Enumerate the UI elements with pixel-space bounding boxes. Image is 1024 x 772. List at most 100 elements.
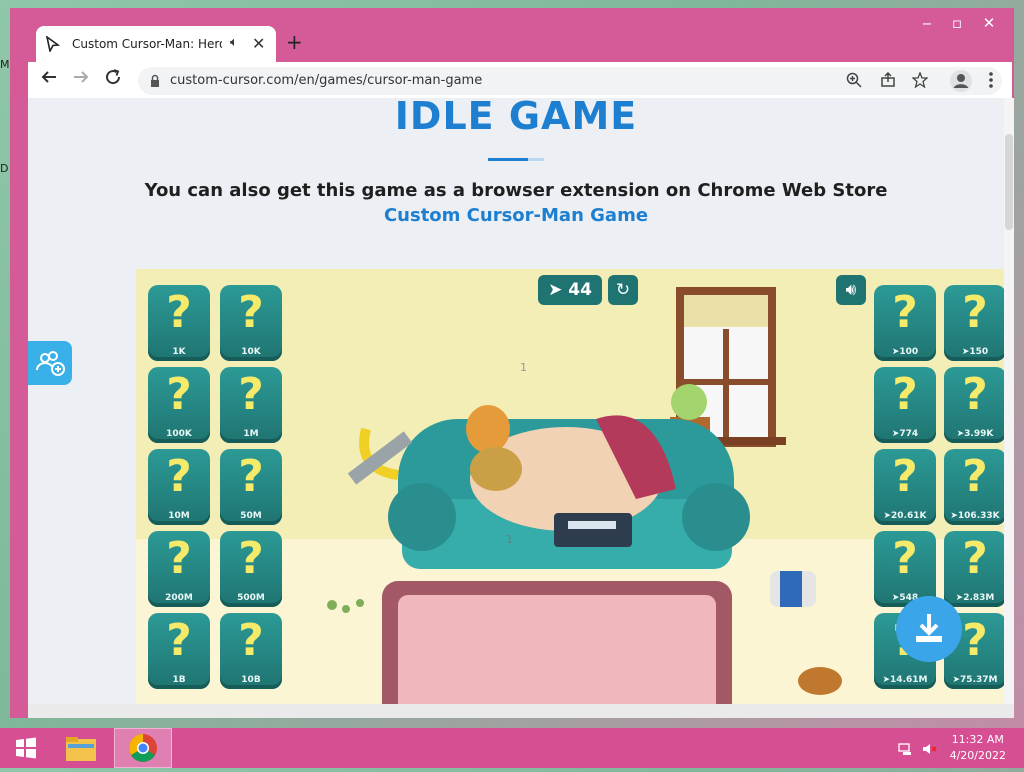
card-price: 50M bbox=[240, 511, 262, 521]
card-price: ➤150 bbox=[961, 347, 989, 357]
card-price: ➤20.61K bbox=[883, 511, 927, 521]
clock-time: 11:32 AM bbox=[951, 733, 1004, 746]
card-price: ➤100 bbox=[891, 347, 919, 357]
upgrade-card[interactable]: ? 10M bbox=[148, 449, 210, 525]
cursor-shop-card[interactable]: ? ➤20.61K bbox=[874, 449, 936, 525]
cursor-shop-card[interactable]: ? ➤774 bbox=[874, 367, 936, 443]
floating-number: 1 bbox=[520, 361, 527, 374]
share-icon[interactable] bbox=[880, 71, 896, 92]
tab-close-button[interactable]: ✕ bbox=[252, 34, 265, 53]
floating-number: 1 bbox=[506, 533, 513, 546]
card-price: 200M bbox=[165, 593, 193, 603]
card-price: 500M bbox=[237, 593, 265, 603]
community-button[interactable] bbox=[28, 341, 72, 385]
upgrade-card[interactable]: ? 100K bbox=[148, 367, 210, 443]
reload-icon[interactable] bbox=[104, 68, 122, 91]
toolbar: custom-cursor.com/en/games/cursor-man-ga… bbox=[28, 62, 1012, 100]
page-content: IDLE GAME You can also get this game as … bbox=[28, 98, 1014, 718]
question-mark-icon: ? bbox=[166, 615, 192, 666]
card-price: ➤3.99K bbox=[956, 429, 994, 439]
windows-logo-icon bbox=[16, 737, 36, 759]
clock-date: 4/20/2022 bbox=[949, 749, 1006, 762]
upgrade-card[interactable]: ? 500M bbox=[220, 531, 282, 607]
question-mark-icon: ? bbox=[166, 533, 192, 584]
lock-icon[interactable] bbox=[150, 73, 160, 92]
question-mark-icon: ? bbox=[238, 533, 264, 584]
address-bar[interactable]: custom-cursor.com/en/games/cursor-man-ga… bbox=[138, 67, 1002, 95]
cursor-favicon-icon bbox=[45, 35, 61, 56]
question-mark-icon: ? bbox=[892, 533, 918, 584]
card-price: 10B bbox=[241, 675, 261, 685]
vertical-scrollbar[interactable] bbox=[1004, 98, 1014, 704]
card-price: ➤106.33K bbox=[950, 511, 1000, 521]
add-group-icon bbox=[36, 351, 65, 376]
question-mark-icon: ? bbox=[892, 451, 918, 502]
start-button[interactable] bbox=[6, 728, 46, 768]
cursor-count: 44 bbox=[568, 280, 592, 300]
question-mark-icon: ? bbox=[238, 451, 264, 502]
horizontal-scrollbar[interactable] bbox=[28, 704, 1014, 718]
upgrade-card[interactable]: ? 10K bbox=[220, 285, 282, 361]
download-button[interactable] bbox=[896, 596, 962, 662]
upgrade-card[interactable]: ? 1B bbox=[148, 613, 210, 689]
scrollbar-thumb[interactable] bbox=[1005, 134, 1013, 230]
card-price: ➤774 bbox=[891, 429, 919, 439]
tab-title: Custom Cursor-Man: Hero's I bbox=[72, 37, 222, 51]
question-mark-icon: ? bbox=[962, 451, 988, 502]
cursor-shop-card[interactable]: ? ➤150 bbox=[944, 285, 1004, 361]
volume-muted-icon[interactable] bbox=[922, 741, 938, 760]
browser-window: ‒ ▫ ✕ Custom Cursor-Man: Hero's I 🔈︎ ✕ + bbox=[10, 8, 1014, 718]
network-icon[interactable] bbox=[898, 741, 914, 760]
download-icon bbox=[916, 614, 942, 642]
desktop-icon-label-d: D bbox=[0, 162, 9, 175]
file-explorer-taskbar-button[interactable] bbox=[56, 728, 106, 768]
cursor-counter: ➤ 44 bbox=[538, 275, 602, 305]
upgrade-card[interactable]: ? 200M bbox=[148, 531, 210, 607]
question-mark-icon: ? bbox=[238, 615, 264, 666]
card-price: 10M bbox=[168, 511, 190, 521]
speaker-icon[interactable]: 🔈︎ bbox=[230, 35, 238, 50]
question-mark-icon: ? bbox=[962, 533, 988, 584]
cursor-shop-card[interactable]: ? ➤106.33K bbox=[944, 449, 1004, 525]
question-mark-icon: ? bbox=[962, 287, 988, 338]
back-arrow-icon[interactable] bbox=[40, 68, 58, 91]
question-mark-icon: ? bbox=[892, 369, 918, 420]
card-price: 10K bbox=[241, 347, 261, 357]
card-price: 100K bbox=[166, 429, 192, 439]
chrome-taskbar-button[interactable] bbox=[114, 728, 172, 768]
card-price: 1K bbox=[172, 347, 186, 357]
system-clock[interactable]: 11:32 AM 4/20/2022 bbox=[950, 732, 1006, 764]
upgrade-card[interactable]: ? 50M bbox=[220, 449, 282, 525]
question-mark-icon: ? bbox=[166, 369, 192, 420]
question-mark-icon: ? bbox=[892, 287, 918, 338]
active-tab[interactable]: Custom Cursor-Man: Hero's I 🔈︎ ✕ bbox=[36, 26, 276, 62]
chrome-store-link[interactable]: Custom Cursor-Man Game bbox=[384, 205, 648, 226]
card-price: ➤75.37M bbox=[952, 675, 998, 685]
upgrade-card[interactable]: ? 1M bbox=[220, 367, 282, 443]
browser-chrome: Custom Cursor-Man: Hero's I 🔈︎ ✕ + custo… bbox=[28, 18, 1012, 100]
question-mark-icon: ? bbox=[962, 369, 988, 420]
card-price: 1B bbox=[172, 675, 186, 685]
card-price: 1M bbox=[243, 429, 259, 439]
desktop-icon-label-m: M bbox=[0, 58, 10, 71]
profile-avatar-icon[interactable] bbox=[950, 70, 972, 97]
bookmark-star-icon[interactable] bbox=[911, 71, 929, 92]
cursor-shop-card[interactable]: ? ➤100 bbox=[874, 285, 936, 361]
upgrade-card[interactable]: ? 1K bbox=[148, 285, 210, 361]
sound-toggle-button[interactable]: 🔊︎ bbox=[836, 275, 866, 305]
url-text[interactable]: custom-cursor.com/en/games/cursor-man-ga… bbox=[170, 73, 482, 88]
game-canvas[interactable]: 1 1 ➤ 44 ↻ 🔊︎ ? 1K ? 10K ? 100K ? 1M ? 10M ? 5… bbox=[136, 269, 1004, 705]
question-mark-icon: ? bbox=[238, 287, 264, 338]
restart-button[interactable]: ↻ bbox=[608, 275, 638, 305]
question-mark-icon: ? bbox=[166, 287, 192, 338]
more-menu-icon[interactable] bbox=[988, 71, 994, 94]
folder-icon bbox=[66, 737, 96, 761]
zoom-icon[interactable] bbox=[846, 72, 862, 92]
taskbar: 11:32 AM 4/20/2022 bbox=[0, 728, 1024, 768]
forward-arrow-icon[interactable] bbox=[72, 68, 90, 91]
upgrade-card[interactable]: ? 10B bbox=[220, 613, 282, 689]
new-tab-button[interactable]: + bbox=[286, 30, 303, 54]
card-price: ➤14.61M bbox=[882, 675, 928, 685]
title-divider-accent bbox=[528, 158, 544, 161]
cursor-shop-card[interactable]: ? ➤3.99K bbox=[944, 367, 1004, 443]
